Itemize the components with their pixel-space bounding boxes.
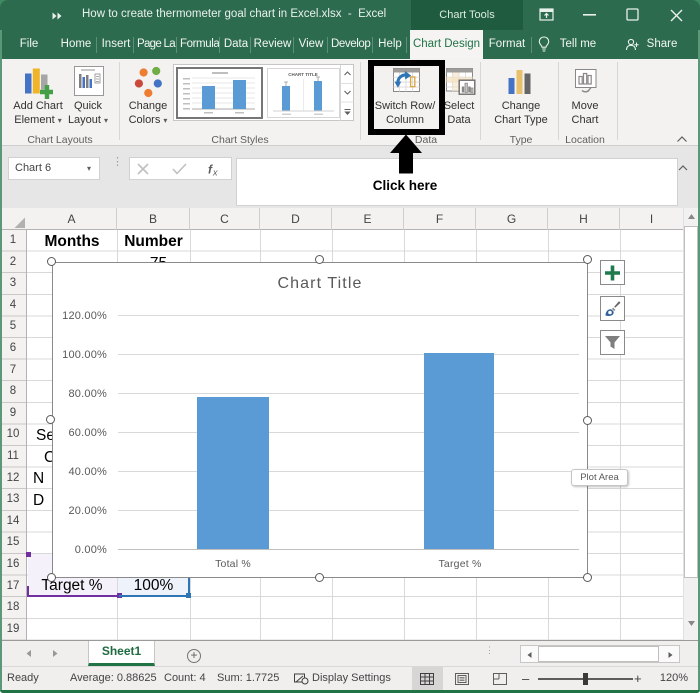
- svg-text:CHART TITLE: CHART TITLE: [288, 72, 318, 77]
- svg-text:x: x: [212, 168, 218, 178]
